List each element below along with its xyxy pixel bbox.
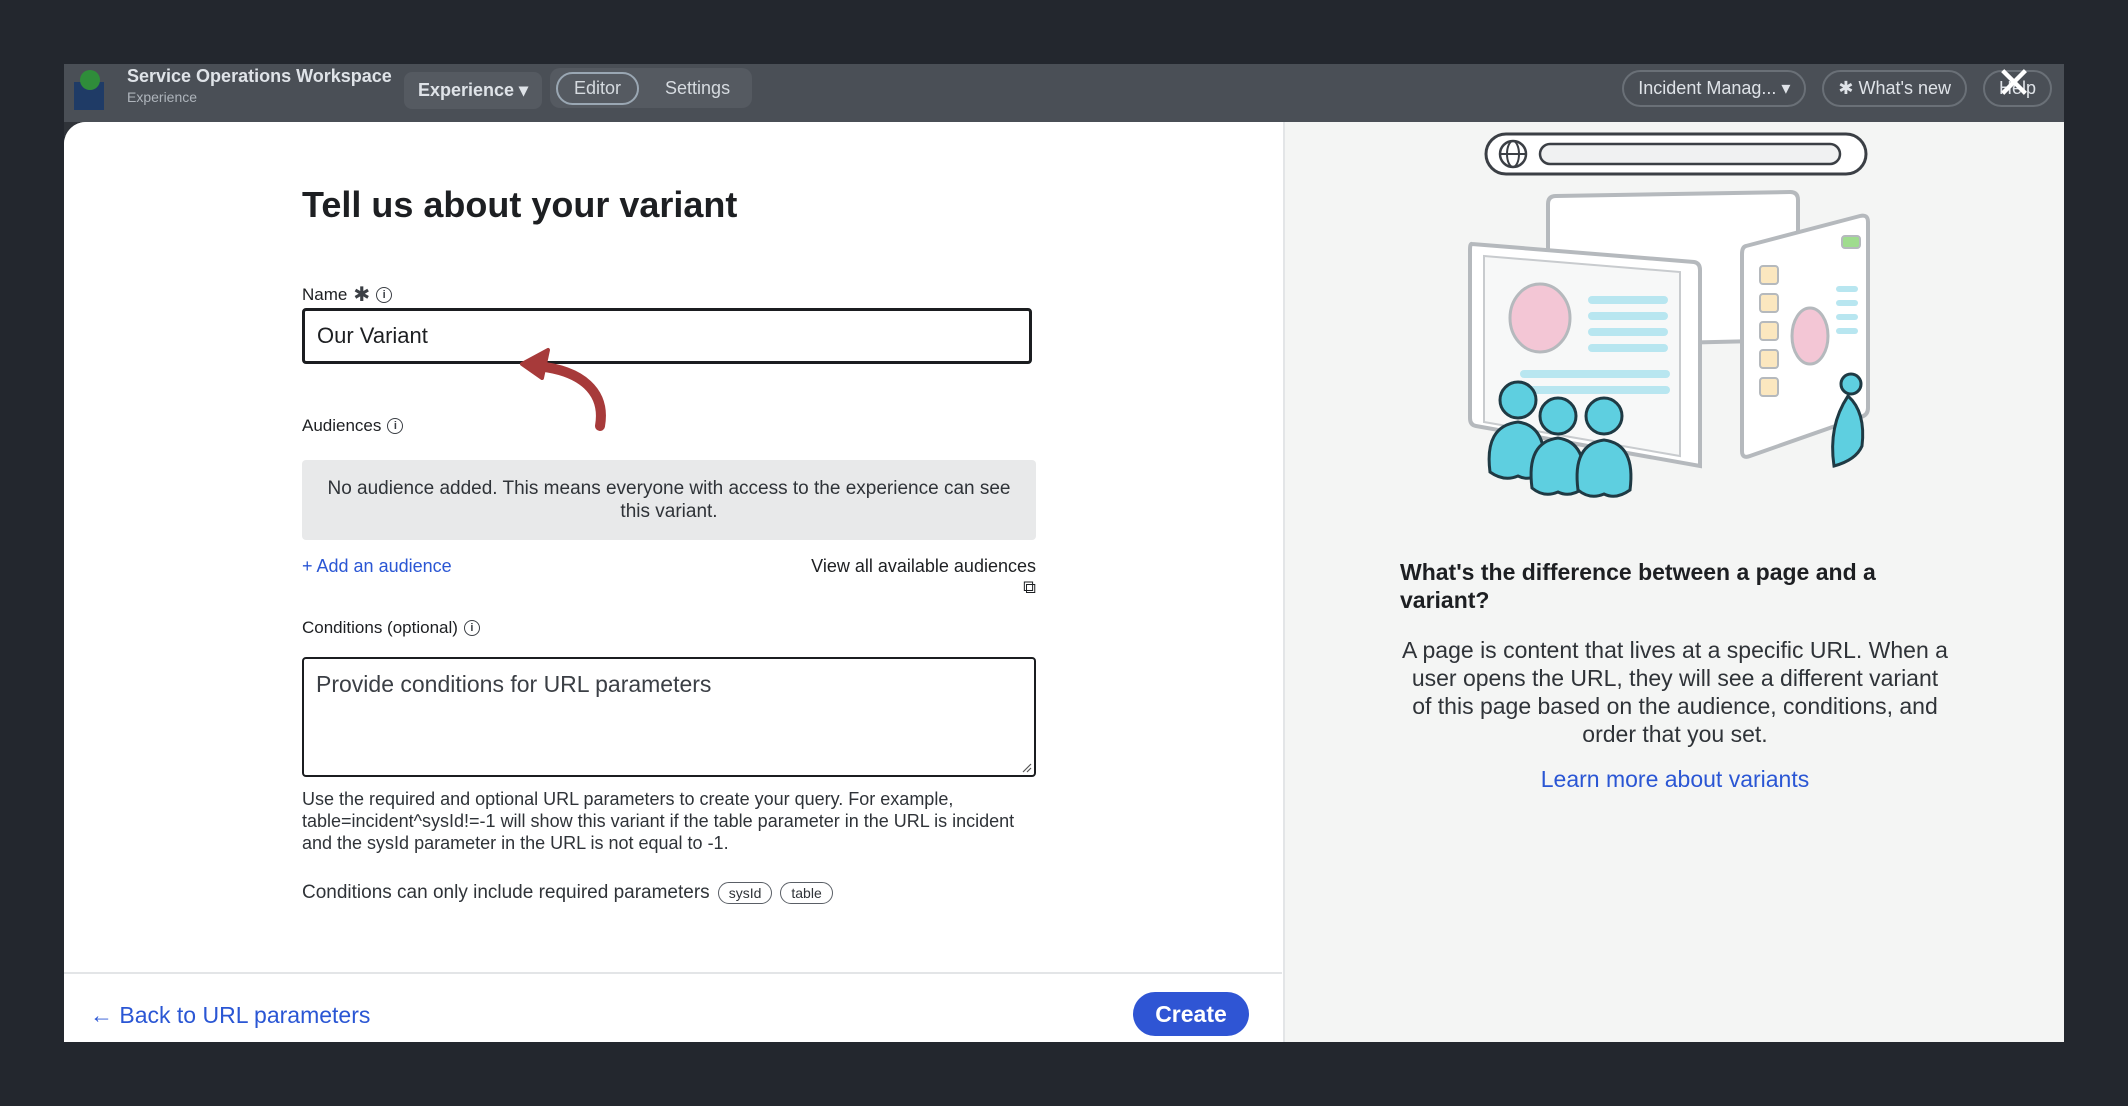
close-icon[interactable]: ✕ <box>1994 62 2034 106</box>
conditions-label-text: Conditions (optional) <box>302 618 458 637</box>
header-actions: Incident Manag... ▾ ✱ What's new Help <box>1622 70 2052 107</box>
name-label: Name ✱ i <box>302 282 393 307</box>
audience-empty-message: No audience added. This means everyone w… <box>302 460 1036 540</box>
experience-menu-button[interactable]: Experience ▾ <box>404 72 543 109</box>
conditions-textarea[interactable]: Provide conditions for URL parameters <box>302 657 1036 777</box>
add-audience-link[interactable]: + Add an audience <box>302 556 452 577</box>
modal-footer: ← Back to URL parameters Create <box>64 972 1282 1042</box>
conditions-label: Conditions (optional) i <box>302 618 480 638</box>
tab-settings[interactable]: Settings <box>649 74 746 103</box>
incident-management-dropdown[interactable]: Incident Manag... ▾ <box>1622 70 1807 107</box>
editor-settings-tabs: Editor Settings <box>550 68 753 108</box>
app-subtitle: Experience <box>127 89 198 105</box>
whats-new-button[interactable]: ✱ What's new <box>1822 70 1967 107</box>
side-panel-heading: What's the difference between a page and… <box>1400 559 1876 613</box>
side-panel-body: A page is content that lives at a specif… <box>1402 637 1948 747</box>
create-button[interactable]: Create <box>1133 992 1249 1036</box>
app-title: Service Operations Workspace <box>127 66 392 86</box>
info-icon[interactable]: i <box>387 418 404 434</box>
required-params-label: Conditions can only include required par… <box>302 882 710 903</box>
required-params-row: Conditions can only include required par… <box>302 882 833 904</box>
info-icon[interactable]: i <box>463 620 480 636</box>
tab-editor[interactable]: Editor <box>556 71 640 105</box>
annotation-arrow-icon <box>520 348 606 431</box>
variants-illustration <box>1468 132 1870 498</box>
resize-handle-icon[interactable] <box>1022 763 1032 773</box>
external-link-icon: ⧉ <box>1023 577 1036 597</box>
param-chip-sysid[interactable]: sysId <box>717 882 773 904</box>
name-label-text: Name <box>302 284 348 304</box>
required-asterisk-icon: ✱ <box>353 284 371 306</box>
app-logo <box>74 70 114 110</box>
info-icon[interactable]: i <box>376 286 393 303</box>
app-header: Service Operations Workspace Experience … <box>64 64 2064 122</box>
learn-more-variants-link[interactable]: Learn more about variants <box>1400 766 1950 793</box>
conditions-help-text: Use the required and optional URL parame… <box>302 789 1015 853</box>
param-chip-table[interactable]: table <box>780 882 833 904</box>
name-input[interactable]: Our Variant <box>302 308 1032 364</box>
audiences-label-text: Audiences <box>302 416 382 435</box>
view-all-audiences-link[interactable]: View all available audiences ⧉ <box>802 556 1036 598</box>
variant-form-panel: Tell us about your variant Name ✱ i Our … <box>64 122 1282 1042</box>
audiences-label: Audiences i <box>302 416 404 436</box>
back-to-url-parameters-link[interactable]: ← Back to URL parameters <box>90 1002 370 1029</box>
view-all-audiences-text: View all available audiences <box>811 556 1036 576</box>
modal-title: Tell us about your variant <box>302 184 738 225</box>
conditions-placeholder: Provide conditions for URL parameters <box>316 671 712 697</box>
